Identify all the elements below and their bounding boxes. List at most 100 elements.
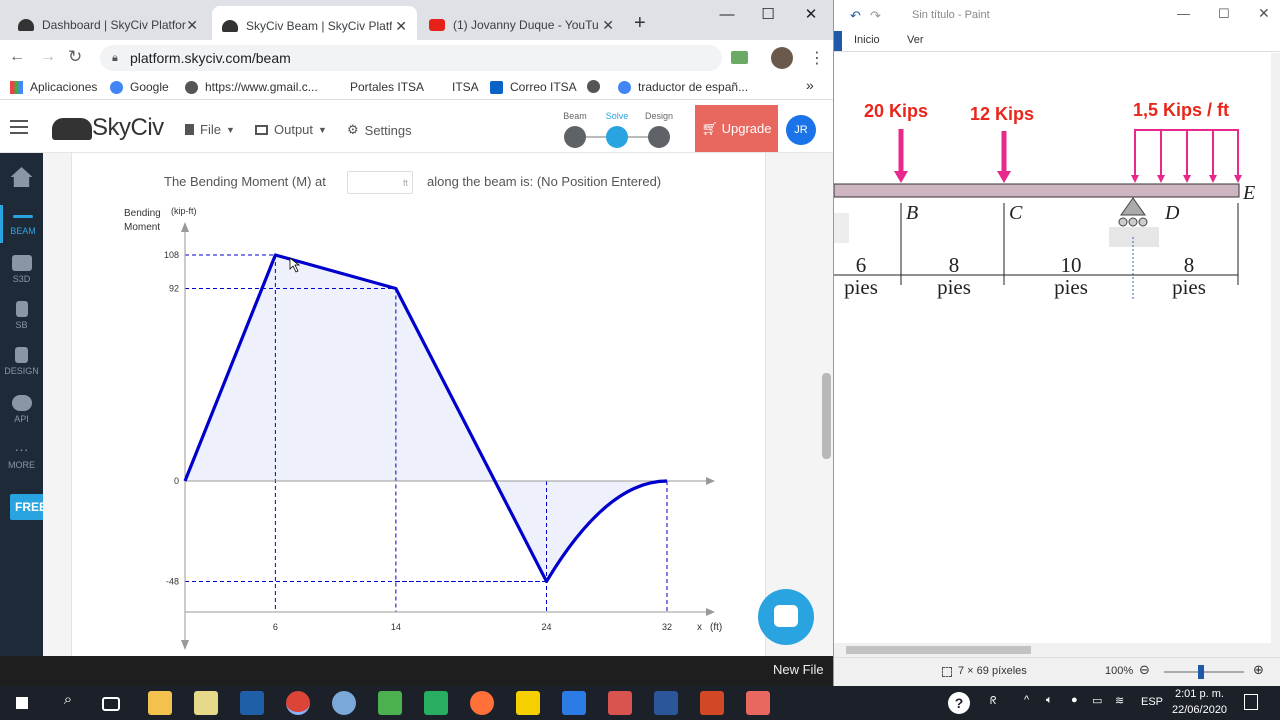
volume-icon[interactable]: 🔈︎ — [1046, 694, 1053, 707]
bookmark-globe[interactable] — [587, 80, 607, 93]
support-a-ground — [834, 213, 849, 243]
forward-icon[interactable]: → — [40, 48, 56, 66]
maximize-icon[interactable]: ☐ — [748, 4, 788, 28]
sidebar-item-api[interactable]: API — [0, 395, 43, 424]
user-avatar[interactable]: JR — [786, 115, 816, 145]
zoom-out-icon[interactable]: ⊖ — [1139, 662, 1150, 678]
url-field[interactable]: 🔒︎ platform.skyciv.com/beam — [100, 45, 722, 71]
step-solve-label: Solve — [605, 111, 629, 121]
language-indicator[interactable]: ESP — [1141, 696, 1163, 708]
bookmark-portales[interactable]: Portales ITSA — [350, 80, 424, 94]
globe-icon — [587, 80, 600, 93]
microphone-icon[interactable]: ● — [1071, 694, 1078, 706]
extension-icon[interactable] — [731, 51, 748, 64]
dim-value-4: 8 — [1184, 253, 1195, 277]
new-file-label[interactable]: New File — [773, 662, 824, 677]
bookmark-correo[interactable]: Correo ITSA — [490, 80, 577, 94]
sidebar-item-more[interactable]: ··· MORE — [0, 441, 43, 470]
app-icon-c[interactable] — [424, 691, 448, 715]
y-tick-label: 0 — [174, 476, 179, 486]
tray-chevron-icon[interactable]: ^ — [1024, 694, 1029, 706]
notes-app-icon[interactable] — [194, 691, 218, 715]
upgrade-button[interactable]: 🛒︎ Upgrade — [695, 105, 778, 152]
festo-app-icon[interactable] — [240, 691, 264, 715]
powerpoint-icon[interactable] — [700, 691, 724, 715]
bookmarks-more-button[interactable]: » — [806, 77, 814, 93]
wifi-icon[interactable]: ≋ — [1115, 694, 1124, 707]
app-icon-atom[interactable] — [332, 691, 356, 715]
close-tab-icon[interactable]: ✕ — [602, 17, 614, 34]
paint-canvas[interactable]: 20 Kips 12 Kips 1,5 Kips / ft B C D E 6 — [834, 53, 1271, 643]
tab-dashboard[interactable]: Dashboard | SkyCiv Platform ✕ — [8, 8, 208, 42]
paint-vertical-scrollbar[interactable] — [1271, 53, 1280, 643]
step-beam-button[interactable] — [564, 126, 586, 148]
app-icon-gear[interactable] — [378, 691, 402, 715]
notifications-icon[interactable] — [1244, 694, 1258, 710]
hamburger-menu-icon[interactable] — [10, 120, 28, 134]
monitor-icon — [255, 124, 268, 135]
minimize-icon[interactable]: — — [707, 4, 747, 28]
paint-hscroll-thumb[interactable] — [846, 646, 1031, 654]
skyciv-logo[interactable]: SkyCiv — [92, 114, 164, 142]
chrome-taskbar-icon[interactable] — [286, 691, 310, 715]
zoom-slider[interactable] — [1164, 671, 1244, 673]
clock-time[interactable]: 2:01 p. m. — [1175, 688, 1224, 700]
bookmark-itsa[interactable]: ITSA — [452, 80, 479, 94]
word-icon[interactable] — [654, 691, 678, 715]
calendar-icon[interactable] — [562, 691, 586, 715]
output-menu[interactable]: Output ▼ — [255, 122, 327, 137]
file-menu-tab[interactable] — [834, 31, 842, 51]
ribbon-tab-inicio[interactable]: Inicio — [854, 34, 880, 46]
messenger-chat-button[interactable] — [758, 589, 814, 645]
step-solve-button[interactable] — [606, 126, 628, 148]
battery-icon[interactable]: ▭ — [1092, 694, 1102, 707]
sidebar-item-home[interactable] — [0, 167, 43, 190]
paint-maximize-icon[interactable]: ☐ — [1218, 6, 1230, 22]
people-icon[interactable]: ᖇ — [990, 695, 997, 708]
windows-start-icon[interactable] — [10, 691, 34, 715]
paint-minimize-icon[interactable]: — — [1177, 6, 1190, 21]
reload-icon[interactable]: ↻ — [68, 47, 82, 67]
sidebar-item-sb[interactable]: SB — [0, 301, 43, 330]
close-window-icon[interactable]: ✕ — [791, 4, 831, 28]
firefox-icon[interactable] — [470, 691, 494, 715]
new-tab-button[interactable]: + — [634, 12, 646, 35]
close-tab-icon[interactable]: ✕ — [395, 18, 407, 35]
profile-avatar[interactable] — [771, 47, 793, 69]
search-icon[interactable]: ⌕ — [56, 691, 80, 715]
sidebar-item-design[interactable]: DESIGN — [0, 347, 43, 376]
sidebar-item-s3d[interactable]: S3D — [0, 255, 43, 284]
help-icon[interactable]: ? — [948, 692, 970, 714]
bookmark-google[interactable]: Google — [110, 80, 169, 94]
close-tab-icon[interactable]: ✕ — [186, 17, 198, 34]
bookmark-apps[interactable]: Aplicaciones — [10, 80, 97, 94]
chrome-menu-icon[interactable]: ⋮ — [809, 48, 825, 68]
zoom-in-icon[interactable]: ⊕ — [1253, 662, 1264, 678]
settings-menu[interactable]: ⚙ Settings — [347, 122, 412, 138]
clock-date[interactable]: 22/06/2020 — [1172, 704, 1227, 716]
redo-icon[interactable]: ↷ — [870, 8, 881, 24]
bookmark-gmail[interactable]: https://www.gmail.c... — [185, 80, 318, 94]
paint-close-icon[interactable]: ✕ — [1258, 5, 1270, 22]
app-icon-wave[interactable] — [608, 691, 632, 715]
position-input[interactable]: ft — [347, 171, 413, 194]
page-scrollbar[interactable] — [822, 373, 831, 459]
back-icon[interactable]: ← — [9, 48, 25, 66]
zoom-slider-thumb[interactable] — [1198, 665, 1204, 679]
task-view-icon[interactable] — [102, 697, 120, 711]
file-explorer-icon[interactable] — [148, 691, 172, 715]
step-design-button[interactable] — [648, 126, 670, 148]
paint-horizontal-scrollbar[interactable] — [834, 643, 1280, 657]
tab-youtube[interactable]: (1) Jovanny Duque - YouTube ✕ — [419, 8, 624, 42]
skyciv-favicon-icon — [18, 19, 34, 31]
ribbon-tab-ver[interactable]: Ver — [907, 34, 924, 46]
file-menu[interactable]: File ▼ — [185, 122, 235, 137]
roller-wheel — [1138, 217, 1148, 227]
sidebar-item-beam[interactable]: BEAM — [0, 205, 43, 243]
google-icon — [110, 80, 123, 94]
paint-taskbar-icon[interactable] — [746, 691, 770, 715]
sticky-notes-icon[interactable] — [516, 691, 540, 715]
bookmark-traductor[interactable]: traductor de españ... — [618, 80, 748, 94]
windows-taskbar: ⌕ ? ᖇ ^ 🔈︎ ● ▭ ≋ ESP 2:01 p. m. 22/06/20… — [0, 686, 1280, 720]
undo-icon[interactable]: ↶ — [850, 8, 861, 24]
